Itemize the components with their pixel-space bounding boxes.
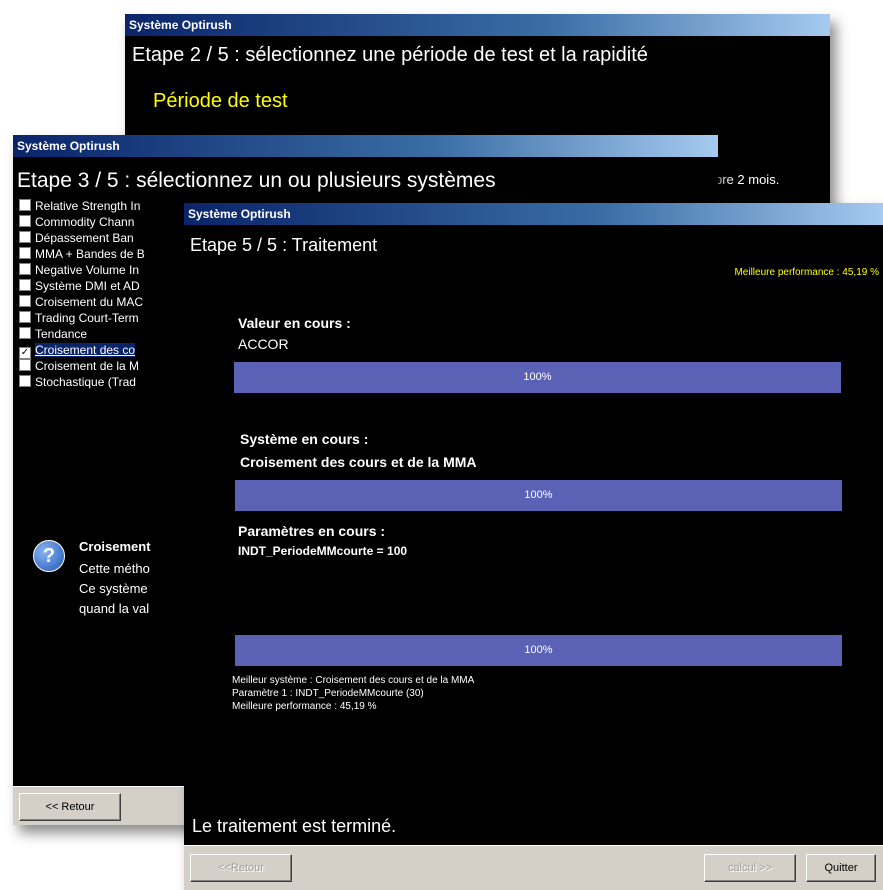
step-title: Etape 2 / 5 : sélectionnez une période d… <box>132 44 648 66</box>
checkbox[interactable] <box>19 311 31 323</box>
back-button[interactable]: << Retour <box>19 793 121 821</box>
step-title: Etape 3 / 5 : sélectionnez un ou plusieu… <box>17 169 496 192</box>
text-fragment: pre 2 mois. <box>715 172 780 187</box>
checkbox[interactable] <box>19 327 31 339</box>
checkbox[interactable] <box>19 215 31 227</box>
system-item[interactable]: Dépassement Ban <box>19 230 189 246</box>
system-item[interactable]: Negative Volume In <box>19 262 189 278</box>
next-button[interactable]: calcul >> <box>704 854 796 882</box>
progress-text: 100% <box>524 489 553 501</box>
info-title: Croisement <box>79 539 151 554</box>
system-item[interactable]: Croisement de la M <box>19 358 189 374</box>
checkbox[interactable] <box>19 263 31 275</box>
checkbox[interactable] <box>19 359 31 371</box>
system-item-label: Stochastique (Trad <box>35 375 136 389</box>
info-line: Cette métho <box>79 561 150 576</box>
best-performance-top: Meilleure performance : 45,19 % <box>734 267 879 278</box>
params-progress-bar: 100% <box>235 635 842 666</box>
system-item[interactable]: Relative Strength In <box>19 198 189 214</box>
checkbox[interactable] <box>19 231 31 243</box>
info-line: Ce système <box>79 581 148 596</box>
system-item-label: Système DMI et AD <box>35 279 140 293</box>
summary-parameter: Paramètre 1 : INDT_PeriodeMMcourte (30) <box>232 688 424 699</box>
system-item-label: Trading Court-Term <box>35 311 139 325</box>
system-item[interactable]: Trading Court-Term <box>19 310 189 326</box>
system-item-label: Dépassement Ban <box>35 231 134 245</box>
checkbox[interactable] <box>19 279 31 291</box>
system-item-label: Commodity Chann <box>35 215 135 229</box>
system-item[interactable]: Tendance <box>19 326 189 342</box>
system-item[interactable]: Système DMI et AD <box>19 278 189 294</box>
summary-best-system: Meilleur système : Croisement des cours … <box>232 675 475 686</box>
system-progress-bar: 100% <box>235 480 842 511</box>
help-icon: ? <box>33 540 65 572</box>
value-progress-bar: 100% <box>234 362 841 393</box>
window-title: Système Optirush <box>184 203 883 225</box>
quit-button[interactable]: Quitter <box>806 854 876 882</box>
system-item-label: Croisement du MAC <box>35 295 144 309</box>
summary-best-performance: Meilleure performance : 45,19 % <box>232 701 377 712</box>
system-item-label: MMA + Bandes de B <box>35 247 145 261</box>
system-item-label: Tendance <box>35 327 88 341</box>
system-item-label: Relative Strength In <box>35 199 141 213</box>
progress-text: 100% <box>524 644 553 656</box>
checkbox[interactable] <box>19 199 31 211</box>
button-bar: <<Retour calcul >> Quitter <box>184 845 883 890</box>
checkbox[interactable] <box>19 295 31 307</box>
system-item-label: Croisement de la M <box>35 359 140 373</box>
completion-text: Le traitement est terminé. <box>192 816 397 836</box>
checkbox[interactable] <box>19 375 31 387</box>
system-item[interactable]: ✓ Croisement des co <box>19 342 189 359</box>
current-system: Croisement des cours et de la MMA <box>240 454 477 470</box>
back-button[interactable]: <<Retour <box>190 854 292 882</box>
info-line: quand la val <box>79 601 150 616</box>
system-item[interactable]: Croisement du MAC <box>19 294 189 310</box>
system-list: Relative Strength In Commodity Chann Dépas… <box>19 198 189 390</box>
checkbox[interactable] <box>19 247 31 259</box>
system-item[interactable]: Commodity Chann <box>19 214 189 230</box>
window-title: Système Optirush <box>125 14 830 36</box>
current-params-label: Paramètres en cours : <box>238 523 386 539</box>
current-system-label: Système en cours : <box>240 431 369 447</box>
system-item-label: Negative Volume In <box>35 263 140 277</box>
system-item[interactable]: MMA + Bandes de B <box>19 246 189 262</box>
current-params: INDT_PeriodeMMcourte = 100 <box>238 544 408 558</box>
current-value-label: Valeur en cours : <box>238 315 351 331</box>
system-item[interactable]: Stochastique (Trad <box>19 374 189 390</box>
step-title: Etape 5 / 5 : Traitement <box>190 235 378 255</box>
current-value: ACCOR <box>238 336 289 352</box>
section-title: Période de test <box>153 90 288 112</box>
system-item-label: Croisement des co <box>35 343 136 357</box>
window-step5: Système Optirush Etape 5 / 5 : Traitemen… <box>184 203 883 890</box>
window-title: Système Optirush <box>13 135 718 157</box>
progress-text: 100% <box>523 371 552 383</box>
